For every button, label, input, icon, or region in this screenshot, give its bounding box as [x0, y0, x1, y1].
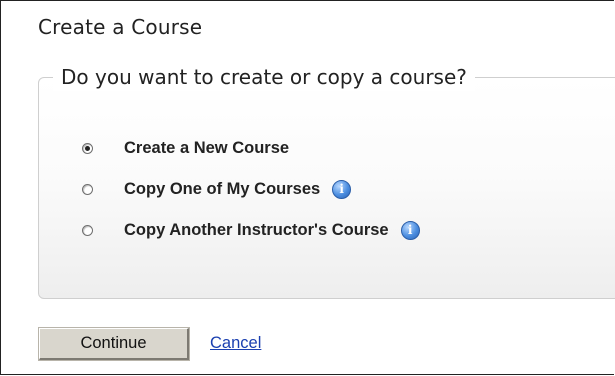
- option-copy-my-course[interactable]: Copy One of My Courses i: [82, 178, 352, 200]
- option-label[interactable]: Copy One of My Courses: [124, 180, 320, 199]
- page-title: Create a Course: [38, 15, 203, 39]
- info-icon[interactable]: i: [332, 179, 352, 199]
- create-course-panel: Create a Course Do you want to create or…: [0, 0, 615, 375]
- option-label[interactable]: Create a New Course: [124, 139, 289, 158]
- radio-copy-my-course[interactable]: [82, 183, 93, 195]
- info-icon[interactable]: i: [400, 220, 420, 240]
- option-create-new-course[interactable]: Create a New Course: [82, 137, 289, 159]
- continue-button[interactable]: Continue: [39, 328, 189, 360]
- option-label[interactable]: Copy Another Instructor's Course: [124, 221, 389, 240]
- course-option-legend: Do you want to create or copy a course?: [53, 63, 475, 91]
- option-copy-other-course[interactable]: Copy Another Instructor's Course i: [82, 219, 420, 241]
- cancel-link[interactable]: Cancel: [210, 334, 261, 353]
- radio-copy-other-course[interactable]: [82, 224, 93, 236]
- radio-create-new-course[interactable]: [82, 142, 93, 154]
